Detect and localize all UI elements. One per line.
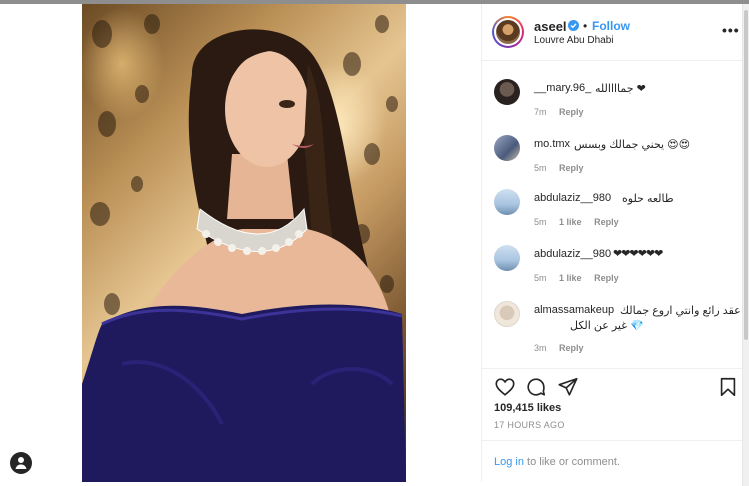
comment-username[interactable]: abdulaziz__980	[534, 248, 611, 260]
comment-time: 3m	[534, 343, 547, 353]
post-details-panel: aseel • Follow Louvre Abu Dhabi ••• __ma…	[481, 4, 744, 482]
comment-meta: 5m 1 like Reply	[534, 273, 629, 283]
actions-divider	[482, 368, 744, 369]
reply-button[interactable]: Reply	[559, 343, 584, 353]
comment-avatar[interactable]	[494, 189, 520, 215]
more-options-icon[interactable]: •••	[722, 22, 740, 38]
reply-button[interactable]: Reply	[559, 163, 584, 173]
comment-avatar[interactable]	[494, 245, 520, 271]
comment-text: ❤❤❤❤❤❤	[613, 248, 663, 260]
login-link[interactable]: Log in	[494, 456, 524, 468]
author-username[interactable]: aseel	[534, 19, 567, 34]
author-avatar[interactable]	[492, 16, 524, 48]
login-divider	[482, 440, 744, 441]
reply-button[interactable]: Reply	[594, 273, 619, 283]
scrollbar-thumb[interactable]	[744, 10, 748, 340]
verified-badge-icon	[568, 20, 579, 31]
accessibility-icon[interactable]	[10, 452, 32, 474]
heart-icon[interactable]	[494, 376, 516, 398]
comment-time: 5m	[534, 163, 547, 173]
comment-meta: 5m 1 like Reply	[534, 217, 629, 227]
comment-time: 5m	[534, 273, 547, 283]
comment-meta: 7m Reply	[534, 107, 594, 117]
comment-time: 7m	[534, 107, 547, 117]
comment-avatar[interactable]	[494, 301, 520, 327]
header-separator: •	[583, 19, 588, 33]
login-prompt-text: to like or comment.	[523, 456, 620, 468]
post-photo[interactable]	[82, 4, 406, 482]
comment-icon[interactable]	[525, 376, 547, 398]
post-header: aseel • Follow Louvre Abu Dhabi •••	[482, 4, 744, 61]
comment-likes[interactable]: 1 like	[559, 273, 582, 283]
page-scrollbar[interactable]	[742, 4, 749, 486]
comment-likes[interactable]: 1 like	[559, 217, 582, 227]
post-location[interactable]: Louvre Abu Dhabi	[534, 35, 614, 46]
follow-button[interactable]: Follow	[592, 19, 630, 33]
comments-list: __mary.96_ جماااالله ❤ 7m Reply mo.tmx ي…	[482, 61, 744, 367]
comment-text: يحني جمالك وبسس 😍😍	[574, 139, 691, 151]
reply-button[interactable]: Reply	[594, 217, 619, 227]
comment-text: طالعه حلوه	[622, 193, 674, 205]
comment-username[interactable]: __mary.96_	[534, 82, 591, 94]
post-photo-illustration	[82, 14, 406, 482]
comment-meta: 3m Reply	[534, 343, 594, 353]
comment-text: عقد رائع وانتي اروع جمالك	[620, 305, 741, 317]
comment-time: 5m	[534, 217, 547, 227]
comment-meta: 5m Reply	[534, 163, 594, 173]
comment-text: جماااالله ❤	[595, 83, 646, 95]
bookmark-icon[interactable]	[717, 376, 739, 398]
login-prompt: Log in to like or comment.	[494, 456, 620, 468]
comment-username[interactable]: abdulaziz__980	[534, 192, 611, 204]
likes-count[interactable]: 109,415 likes	[494, 402, 561, 414]
reply-button[interactable]: Reply	[559, 107, 584, 117]
comment-avatar[interactable]	[494, 79, 520, 105]
post-timestamp: 17 HOURS AGO	[494, 420, 565, 430]
share-icon[interactable]	[557, 376, 579, 398]
post-actions	[482, 374, 744, 404]
comment-username[interactable]: mo.tmx	[534, 138, 570, 150]
comment-username[interactable]: almassamakeup	[534, 304, 614, 316]
comment-avatar[interactable]	[494, 135, 520, 161]
comment-text-line2: غير عن الكل 💎	[570, 320, 644, 332]
